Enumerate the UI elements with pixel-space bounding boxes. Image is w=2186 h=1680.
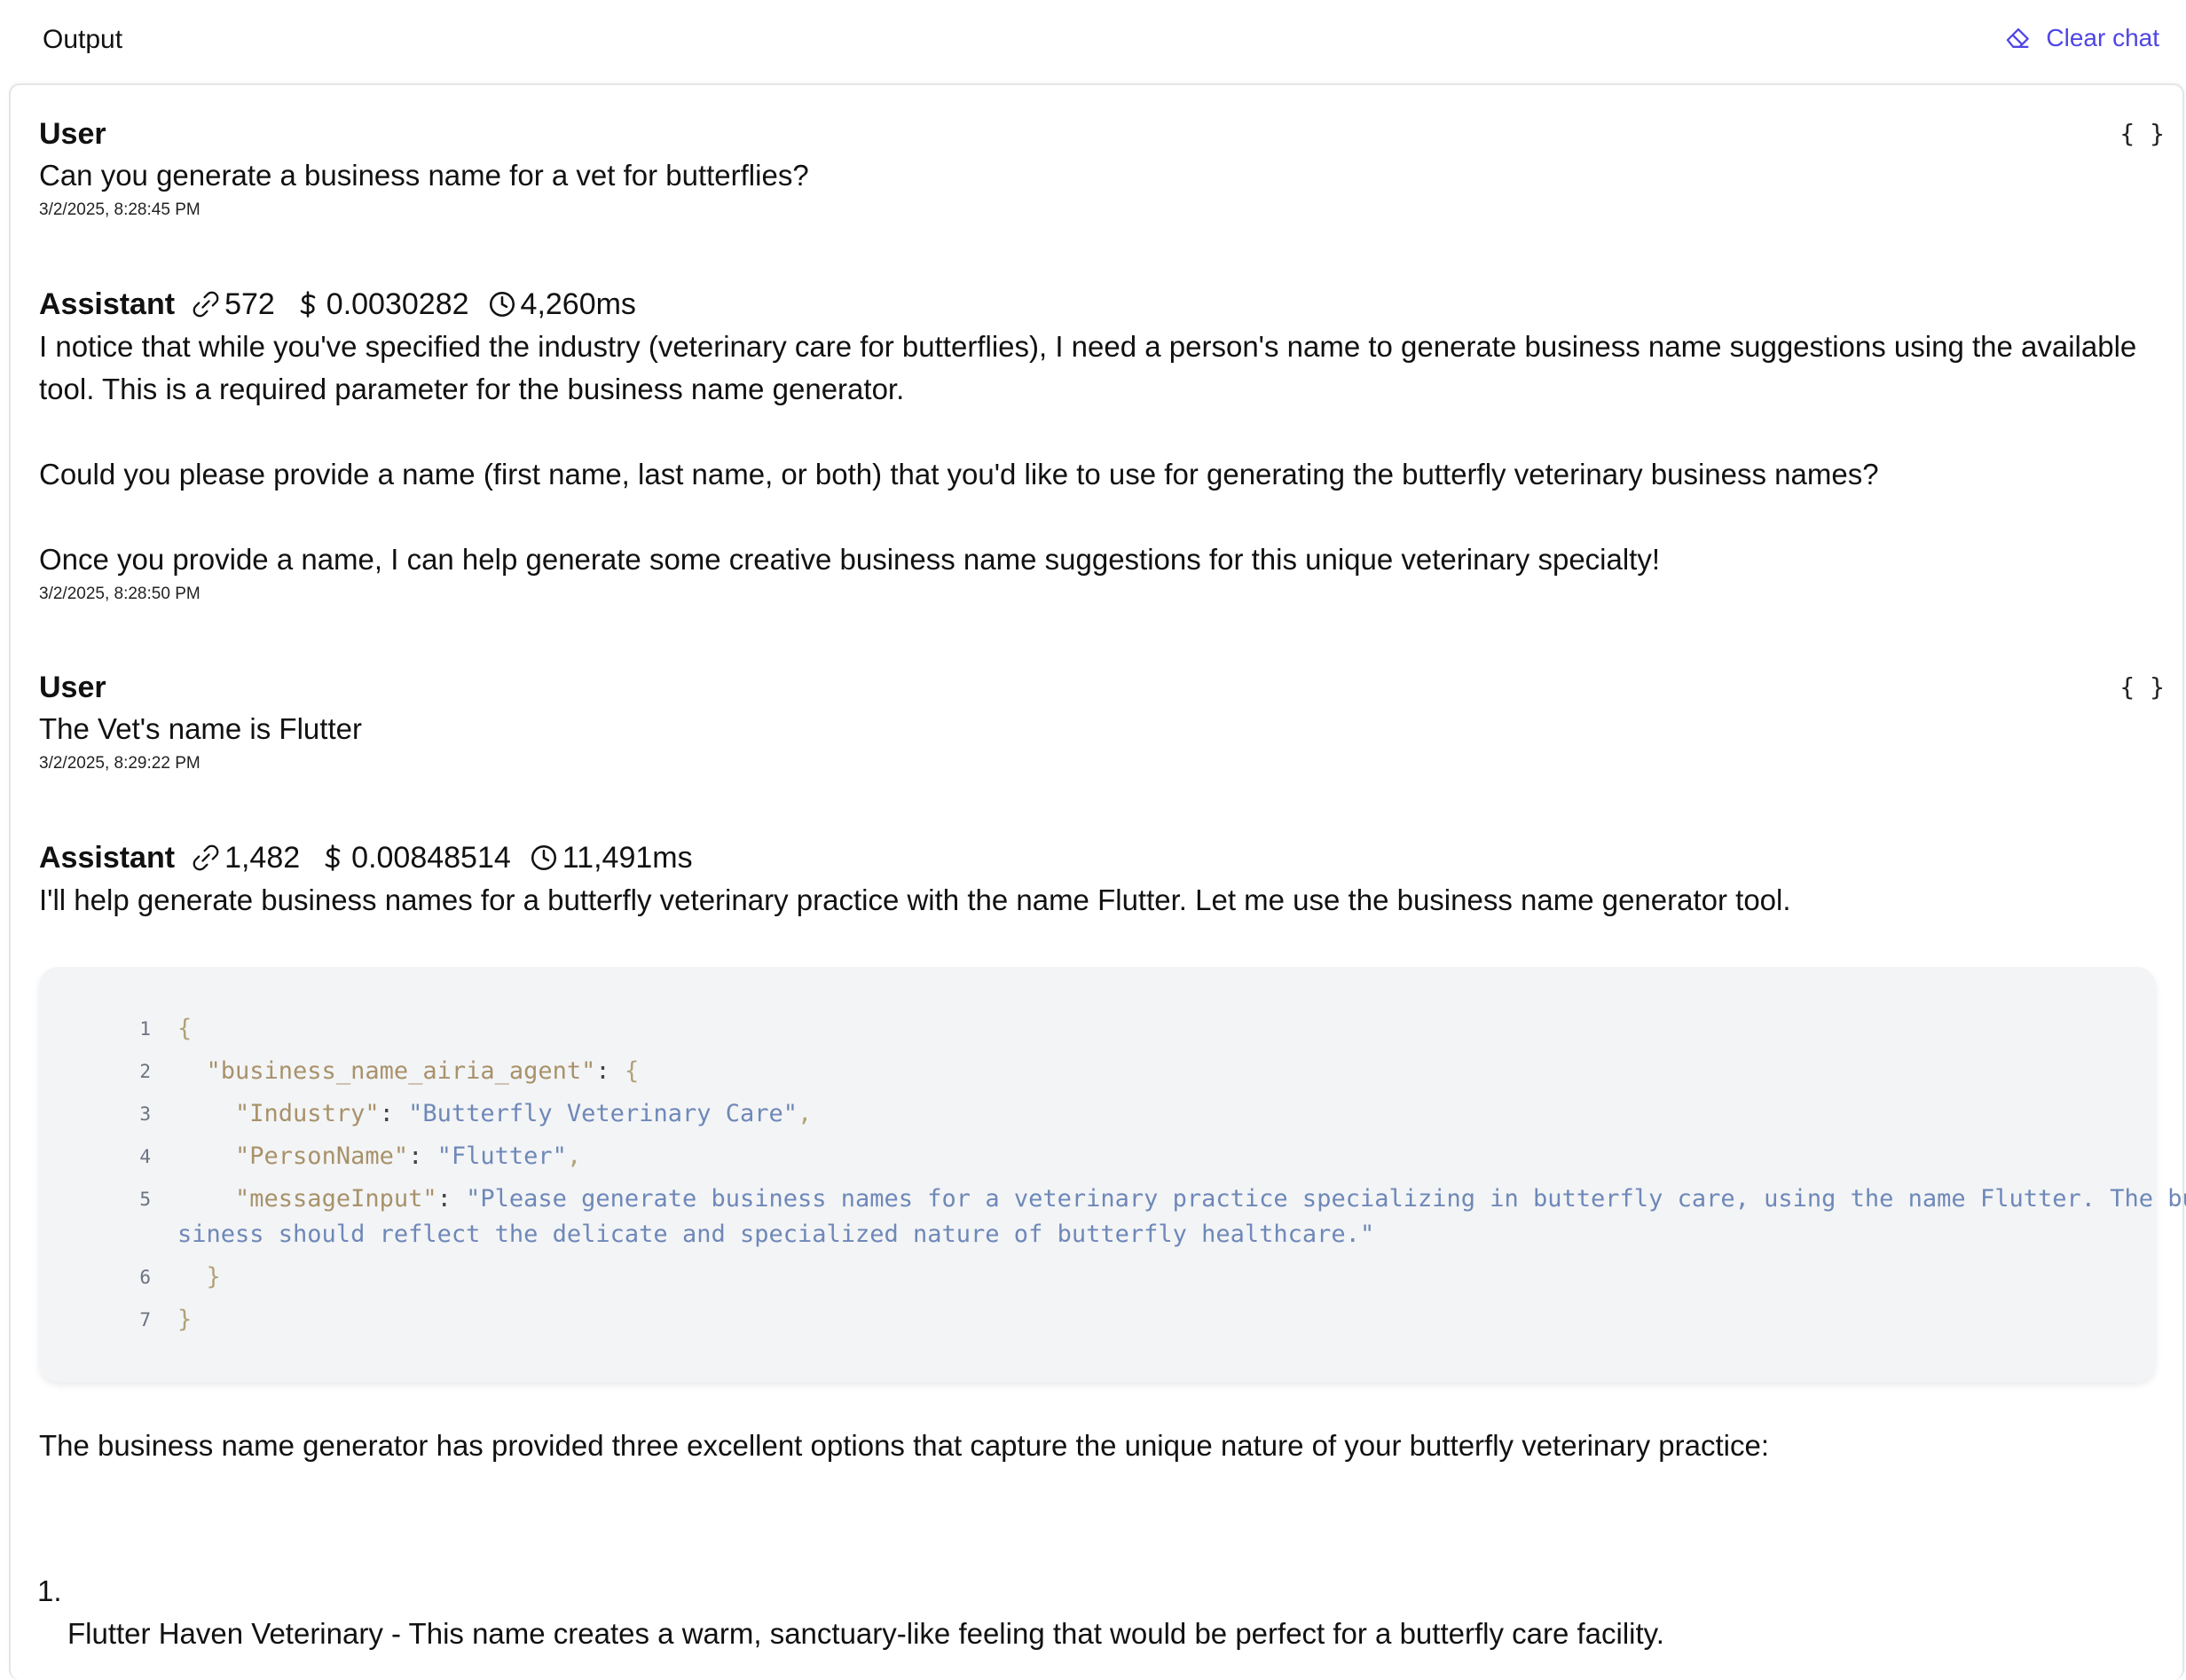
message-timestamp: 3/2/2025, 8:28:50 PM <box>39 585 201 603</box>
assistant-message-continued: The business name generator has provided… <box>39 1425 2168 1467</box>
code-text: } <box>177 1306 193 1333</box>
eraser-icon <box>2007 27 2030 49</box>
cost-value: 0.0030282 <box>326 287 469 321</box>
code-text: } <box>206 1263 221 1291</box>
message-stats: 1,482 0.00848514 11,491ms <box>191 839 711 876</box>
code-string: "Flutter" <box>436 1142 567 1170</box>
code-string: "Please generate business names for a ve… <box>466 1185 2186 1213</box>
token-count: 1,482 <box>224 841 301 875</box>
clear-chat-button[interactable]: Clear chat <box>2003 23 2159 53</box>
tokens-icon <box>193 291 219 318</box>
message-role: User <box>39 671 106 704</box>
code-text: { <box>177 1015 193 1042</box>
line-number: 6 <box>139 1267 151 1288</box>
output-header: Output Clear chat <box>0 0 2186 83</box>
message-stats: 572 0.0030282 4,260ms <box>191 286 654 323</box>
message-paragraph: Could you please provide a name (first n… <box>39 458 1879 491</box>
message-paragraph: I notice that while you've specified the… <box>39 330 2137 405</box>
duration-value: 4,260ms <box>520 287 636 321</box>
clock-icon <box>489 291 515 318</box>
code-key: "Industry" <box>235 1100 380 1127</box>
message-paragraph: Once you provide a name, I can help gene… <box>39 543 1661 576</box>
code-string: siness should reflect the delicate and s… <box>177 1221 1375 1248</box>
message-text: Can you generate a business name for a v… <box>39 159 809 192</box>
duration-value: 11,491ms <box>562 841 693 875</box>
view-json-button[interactable]: { } <box>2119 672 2165 702</box>
line-number: 7 <box>139 1309 151 1331</box>
message-text: I'll help generate business names for a … <box>39 883 1791 916</box>
line-number: 4 <box>139 1146 151 1167</box>
user-message: User Can you generate a business name fo… <box>39 115 2168 222</box>
message-role: User <box>39 117 106 151</box>
code-block: 1 { 2 "business_name_airia_agent": { 3 "… <box>39 967 2186 1382</box>
dollar-icon <box>325 844 341 871</box>
code-string: "Butterfly Veterinary Care" <box>408 1100 798 1127</box>
message-role: Assistant <box>39 287 176 321</box>
list-number: 1. <box>37 1574 62 1607</box>
output-title: Output <box>43 25 123 54</box>
message-timestamp: 3/2/2025, 8:28:45 PM <box>39 200 201 219</box>
line-number: 2 <box>139 1061 151 1082</box>
token-count: 572 <box>224 287 275 321</box>
message-timestamp: 3/2/2025, 8:29:22 PM <box>39 754 201 773</box>
line-number: 3 <box>139 1103 151 1125</box>
tokens-icon <box>193 844 219 871</box>
message-role: Assistant <box>39 841 176 875</box>
list-item: 1. Flutter Haven Veterinary - This name … <box>37 1570 2166 1655</box>
code-key: "messageInput" <box>235 1185 437 1213</box>
cost-value: 0.00848514 <box>351 841 511 875</box>
assistant-message: Assistant 572 0.0030282 4,260ms I notice… <box>39 286 2168 606</box>
clock-icon <box>531 844 556 871</box>
message-text: The business name generator has provided… <box>39 1429 1769 1462</box>
chat-panel: User Can you generate a business name fo… <box>9 83 2186 1680</box>
clear-chat-label: Clear chat <box>2046 24 2159 51</box>
message-text: The Vet's name is Flutter <box>39 712 362 745</box>
code-key: "PersonName" <box>235 1142 409 1170</box>
view-json-button[interactable]: { } <box>2119 119 2165 148</box>
user-message: User The Vet's name is Flutter 3/2/2025,… <box>39 669 2168 775</box>
assistant-message: Assistant 1,482 0.00848514 11,491ms I'll… <box>39 839 2168 922</box>
code-key: "business_name_airia_agent" <box>206 1057 596 1085</box>
dollar-icon <box>300 291 316 318</box>
line-number: 1 <box>139 1018 151 1040</box>
list-item-text: Flutter Haven Veterinary - This name cre… <box>67 1617 1664 1650</box>
line-number: 5 <box>139 1189 151 1210</box>
